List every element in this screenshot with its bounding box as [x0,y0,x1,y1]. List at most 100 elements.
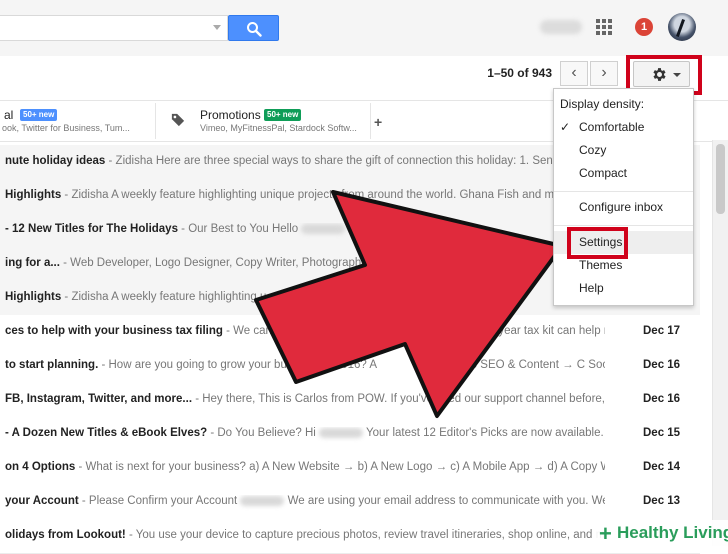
menu-separator [554,191,693,192]
email-preview: on 4 Options - What is next for your bus… [5,461,605,477]
email-subject: ces to help with your business tax filin… [5,325,223,337]
email-preview: your Account - Please Confirm your Accou… [5,495,605,511]
email-subject: olidays from Lookout! [5,529,126,541]
email-snippet: - Do You Believe? Hi [207,427,316,439]
email-snippet-tail: Your latest 12 Editor's Picks are now av… [363,427,605,439]
table-row[interactable]: your Account - Please Confirm your Accou… [0,485,700,520]
email-snippet: - Zidisha A weekly feature highlighting … [61,189,571,201]
menu-item-label: Configure inbox [579,200,664,214]
email-preview: Highlights - Zidisha A weekly feature hi… [5,189,605,205]
avatar[interactable] [668,13,696,41]
email-snippet-tail: rketing → B SEO & Content → C Soc [417,359,605,371]
email-snippet: - Our Best to You Hello [177,223,299,235]
search-icon [247,22,262,37]
email-subject: Highlights [5,189,62,201]
email-preview: ing for a... - Web Developer, Logo Desig… [5,257,605,273]
email-snippet: - Web Developer, Logo Designer, Copy Wri… [59,257,372,269]
table-row[interactable]: to start planning. - How are you going t… [0,349,700,384]
email-subject: on 4 Options [5,461,76,473]
email-snippet: - Hey there, This is Carlos from POW. If… [192,393,605,405]
email-date: Dec 14 [643,461,681,473]
menu-item-configure-inbox[interactable]: Configure inbox [554,196,693,219]
email-snippet: - Zidisha Here are three special ways to… [105,155,582,167]
tab-social-subtitle: ook, Twitter for Business, Tum... [2,123,130,133]
email-snippet: - Zidisha A weekly feature highlighting … [61,291,267,303]
apps-grid-icon[interactable] [596,19,612,35]
email-preview: olidays from Lookout! - You use your dev… [5,529,605,545]
menu-item-compact[interactable]: Compact [554,162,693,185]
email-subject: - A Dozen New Titles & eBook Elves? [5,427,208,439]
email-preview: to start planning. - How are you going t… [5,359,605,375]
menu-item-label: Help [579,281,604,295]
older-button[interactable]: › [590,61,618,86]
email-snippet: - How are you going to grow your busines… [98,359,377,371]
scrollbar-thumb[interactable] [716,144,725,214]
display-density-heading: Display density: [560,97,645,111]
email-subject: to start planning. [5,359,99,371]
email-subject: Highlights [5,291,62,303]
watermark-plus-icon: + [599,521,612,546]
email-date: Dec 17 [643,325,681,337]
table-row[interactable]: FB, Instagram, Twitter, and more... - He… [0,383,700,418]
redacted-name [301,223,346,234]
tab-promotions-badge: 50+ new [264,109,302,121]
email-date: Dec 15 [643,427,681,439]
tab-social-badge: 50+ new [20,109,58,121]
email-snippet: - What is next for your business? a) A N… [75,461,605,473]
watermark: + Healthy Living [593,520,728,546]
email-date: Dec 16 [643,393,681,405]
search-input[interactable] [0,15,228,41]
email-subject: ing for a... [5,257,60,269]
menu-separator [554,225,693,226]
email-snippet: - You use your device to capture preciou… [125,529,605,541]
settings-highlight-box [567,227,628,259]
email-subject: - 12 New Titles for The Holidays [5,223,178,235]
email-preview: ces to help with your business tax filin… [5,325,605,341]
email-preview: - 12 New Titles for The Holidays - Our B… [5,223,605,239]
email-subject: your Account [5,495,79,507]
tab-social-title: al [4,108,14,122]
email-preview: - A Dozen New Titles & eBook Elves? - Do… [5,427,605,443]
tab-promotions-subtitle: Vimeo, MyFitnessPal, Stardock Softw... [200,123,357,133]
search-button[interactable] [228,15,279,41]
menu-item-comfortable[interactable]: ✓ Comfortable [554,116,693,139]
email-snippet: - We can guess you'll love ta [222,325,372,337]
tab-promotions-title: Promotions [200,108,261,122]
email-preview: nute holiday ideas - Zidisha Here are th… [5,155,605,171]
table-row[interactable]: ces to help with your business tax filin… [0,315,700,350]
table-row[interactable]: on 4 Options - What is next for your bus… [0,451,700,486]
email-snippet: - Please Confirm your Account [78,495,238,507]
tab-social[interactable]: al 50+ new ook, Twitter for Business, Tu… [0,101,155,141]
tag-icon [171,113,185,127]
notifications-badge[interactable]: 1 [635,18,653,36]
menu-item-help[interactable]: Help [554,277,693,300]
menu-item-label: Cozy [579,143,607,157]
check-icon: ✓ [560,120,571,134]
newer-button[interactable]: ‹ [560,61,588,86]
search-options-caret-icon[interactable] [213,25,221,30]
settings-dropdown-menu: Display density: ✓ Comfortable Cozy Comp… [553,88,694,306]
email-date: Dec 13 [643,495,681,507]
email-snippet-tail: end-of-year tax kit can help r [461,325,605,337]
watermark-text: Healthy Living [617,523,728,542]
tab-divider [370,103,371,139]
tab-promotions[interactable]: Promotions 50+ new Vimeo, MyFitnessPal, … [156,101,370,141]
email-subject: FB, Instagram, Twitter, and more... [5,393,193,405]
email-snippet-tail: We are using your email address to commu… [284,495,605,507]
redacted-name [319,427,364,438]
email-preview: FB, Instagram, Twitter, and more... - He… [5,393,605,409]
page-count: 1–50 of 943 [487,66,552,80]
email-subject: nute holiday ideas [5,155,106,167]
top-header: 1 [0,0,728,57]
menu-item-cozy[interactable]: Cozy [554,139,693,162]
email-preview: Highlights - Zidisha A weekly feature hi… [5,291,605,307]
scrollbar[interactable] [712,140,728,546]
table-row[interactable]: - A Dozen New Titles & eBook Elves? - Do… [0,417,700,452]
menu-item-label: Comfortable [579,120,645,134]
account-name-redacted [540,20,582,34]
email-date: Dec 16 [643,359,681,371]
redacted-name [240,495,285,506]
menu-item-label: Compact [579,166,628,180]
add-tab-button[interactable]: + [374,114,382,130]
menu-item-label: Themes [579,258,623,272]
